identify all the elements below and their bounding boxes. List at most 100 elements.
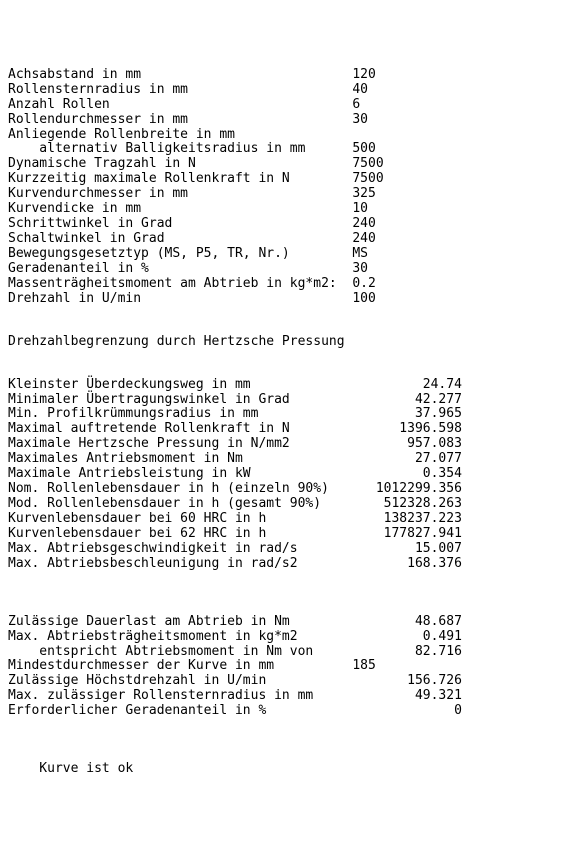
param-value: 138237.223 xyxy=(352,512,462,527)
param-value: 120 xyxy=(352,68,430,83)
param-value: 177827.941 xyxy=(352,527,462,542)
param-row: Dynamische Tragzahl in N7500 xyxy=(8,157,571,172)
param-row: Massenträgheitsmoment am Abtrieb in kg*m… xyxy=(8,277,571,292)
param-row: alternativ Balligkeitsradius in mm500 xyxy=(8,142,571,157)
param-value: 240 xyxy=(352,232,430,247)
param-value: 185 xyxy=(352,659,462,674)
param-row: Maximal auftretende Rollenkraft in N1396… xyxy=(8,422,571,437)
param-label: Anzahl Rollen xyxy=(8,98,352,113)
param-row: Kurvenlebensdauer bei 62 HRC in h177827.… xyxy=(8,527,571,542)
param-label: Anliegende Rollenbreite in mm xyxy=(8,128,352,143)
param-value: 15.007 xyxy=(352,542,462,557)
param-label: Kurvendicke in mm xyxy=(8,202,352,217)
param-row: Rollendurchmesser in mm30 xyxy=(8,113,571,128)
param-row: Zulässige Dauerlast am Abtrieb in Nm48.6… xyxy=(8,615,571,630)
param-value: 37.965 xyxy=(352,407,462,422)
param-label: Dynamische Tragzahl in N xyxy=(8,157,352,172)
param-row: Kleinster Überdeckungsweg in mm24.74 xyxy=(8,378,571,393)
param-row: Max. zulässiger Rollensternradius in mm4… xyxy=(8,689,571,704)
param-label: Zulässige Dauerlast am Abtrieb in Nm xyxy=(8,615,352,630)
param-label: Nom. Rollenlebensdauer in h (einzeln 90%… xyxy=(8,482,352,497)
param-row: Max. Abtriebsgeschwindigkeit in rad/s15.… xyxy=(8,542,571,557)
param-value: 0.491 xyxy=(352,630,462,645)
param-value: 42.277 xyxy=(352,393,462,408)
param-label: Maximal auftretende Rollenkraft in N xyxy=(8,422,352,437)
param-label: Kurvendurchmesser in mm xyxy=(8,187,352,202)
param-row: Rollensternradius in mm40 xyxy=(8,83,571,98)
param-label: Bewegungsgesetztyp (MS, P5, TR, Nr.) xyxy=(8,247,352,262)
param-label: Max. zulässiger Rollensternradius in mm xyxy=(8,689,352,704)
param-value: 6 xyxy=(352,98,430,113)
param-value: 325 xyxy=(352,187,430,202)
param-row: entspricht Abtriebsmoment in Nm von82.71… xyxy=(8,645,571,660)
status-note: Kurve ist ok xyxy=(8,762,571,777)
param-row: Erforderlicher Geradenanteil in %0 xyxy=(8,704,571,719)
param-row: Max. Abtriebsträgheitsmoment in kg*m20.4… xyxy=(8,630,571,645)
param-row: Kurvendicke in mm10 xyxy=(8,202,571,217)
param-label: Maximale Antriebsleistung in kW xyxy=(8,467,352,482)
param-value: 1012299.356 xyxy=(352,482,462,497)
param-row: Schrittwinkel in Grad240 xyxy=(8,217,571,232)
param-label: Schrittwinkel in Grad xyxy=(8,217,352,232)
param-label: Min. Profilkrümmungsradius in mm xyxy=(8,407,352,422)
section-heading: Drehzahlbegrenzung durch Hertzsche Press… xyxy=(8,335,571,350)
param-value: 1396.598 xyxy=(352,422,462,437)
param-value: 30 xyxy=(352,262,430,277)
param-row: Min. Profilkrümmungsradius in mm37.965 xyxy=(8,407,571,422)
param-row: Kurvendurchmesser in mm325 xyxy=(8,187,571,202)
param-label: Kurvenlebensdauer bei 60 HRC in h xyxy=(8,512,352,527)
param-value: 82.716 xyxy=(352,645,462,660)
param-value: 0.354 xyxy=(352,467,462,482)
param-row: Schaltwinkel in Grad240 xyxy=(8,232,571,247)
param-value: 7500 xyxy=(352,172,430,187)
param-value: 0 xyxy=(352,704,462,719)
param-label: Max. Abtriebsträgheitsmoment in kg*m2 xyxy=(8,630,352,645)
param-row: Zulässige Höchstdrehzahl in U/min156.726 xyxy=(8,674,571,689)
param-label: Max. Abtriebsbeschleunigung in rad/s2 xyxy=(8,557,352,572)
param-row: Anliegende Rollenbreite in mm xyxy=(8,128,571,143)
param-row: Drehzahl in U/min100 xyxy=(8,292,571,307)
param-label: Achsabstand in mm xyxy=(8,68,352,83)
param-row: Maximale Hertzsche Pressung in N/mm2957.… xyxy=(8,437,571,452)
param-value: 957.083 xyxy=(352,437,462,452)
param-row: Achsabstand in mm120 xyxy=(8,68,571,83)
param-row: Bewegungsgesetztyp (MS, P5, TR, Nr.)MS xyxy=(8,247,571,262)
param-row: Maximales Antriebsmoment in Nm27.077 xyxy=(8,452,571,467)
param-value: 240 xyxy=(352,217,430,232)
param-label: Rollendurchmesser in mm xyxy=(8,113,352,128)
param-value: 40 xyxy=(352,83,430,98)
param-label: Mod. Rollenlebensdauer in h (gesamt 90%) xyxy=(8,497,352,512)
param-label: Schaltwinkel in Grad xyxy=(8,232,352,247)
param-label: entspricht Abtriebsmoment in Nm von xyxy=(8,645,352,660)
param-label: Geradenanteil in % xyxy=(8,262,352,277)
param-label: Massenträgheitsmoment am Abtrieb in kg*m… xyxy=(8,277,352,292)
param-row: Mod. Rollenlebensdauer in h (gesamt 90%)… xyxy=(8,497,571,512)
param-label: Minimaler Übertragungswinkel in Grad xyxy=(8,393,352,408)
param-label: Mindestdurchmesser der Kurve in mm xyxy=(8,659,352,674)
param-value: 512328.263 xyxy=(352,497,462,512)
param-value: 10 xyxy=(352,202,430,217)
param-value: 24.74 xyxy=(352,378,462,393)
param-label: Drehzahl in U/min xyxy=(8,292,352,307)
param-value: 100 xyxy=(352,292,430,307)
param-label: Kurzzeitig maximale Rollenkraft in N xyxy=(8,172,352,187)
param-row: Kurzzeitig maximale Rollenkraft in N7500 xyxy=(8,172,571,187)
param-row: Kurvenlebensdauer bei 60 HRC in h138237.… xyxy=(8,512,571,527)
param-row: Mindestdurchmesser der Kurve in mm185 xyxy=(8,659,571,674)
param-value: 500 xyxy=(352,142,430,157)
param-row: Anzahl Rollen6 xyxy=(8,98,571,113)
param-value: 27.077 xyxy=(352,452,462,467)
param-label: Maximale Hertzsche Pressung in N/mm2 xyxy=(8,437,352,452)
param-label: Erforderlicher Geradenanteil in % xyxy=(8,704,352,719)
param-label: Maximales Antriebsmoment in Nm xyxy=(8,452,352,467)
param-value: 168.376 xyxy=(352,557,462,572)
param-row: Minimaler Übertragungswinkel in Grad42.2… xyxy=(8,393,571,408)
param-value: 30 xyxy=(352,113,430,128)
param-value: 48.687 xyxy=(352,615,462,630)
param-value: 7500 xyxy=(352,157,430,172)
param-value xyxy=(352,128,430,143)
param-label: Max. Abtriebsgeschwindigkeit in rad/s xyxy=(8,542,352,557)
param-row: Maximale Antriebsleistung in kW0.354 xyxy=(8,467,571,482)
param-row: Nom. Rollenlebensdauer in h (einzeln 90%… xyxy=(8,482,571,497)
param-value: 49.321 xyxy=(352,689,462,704)
